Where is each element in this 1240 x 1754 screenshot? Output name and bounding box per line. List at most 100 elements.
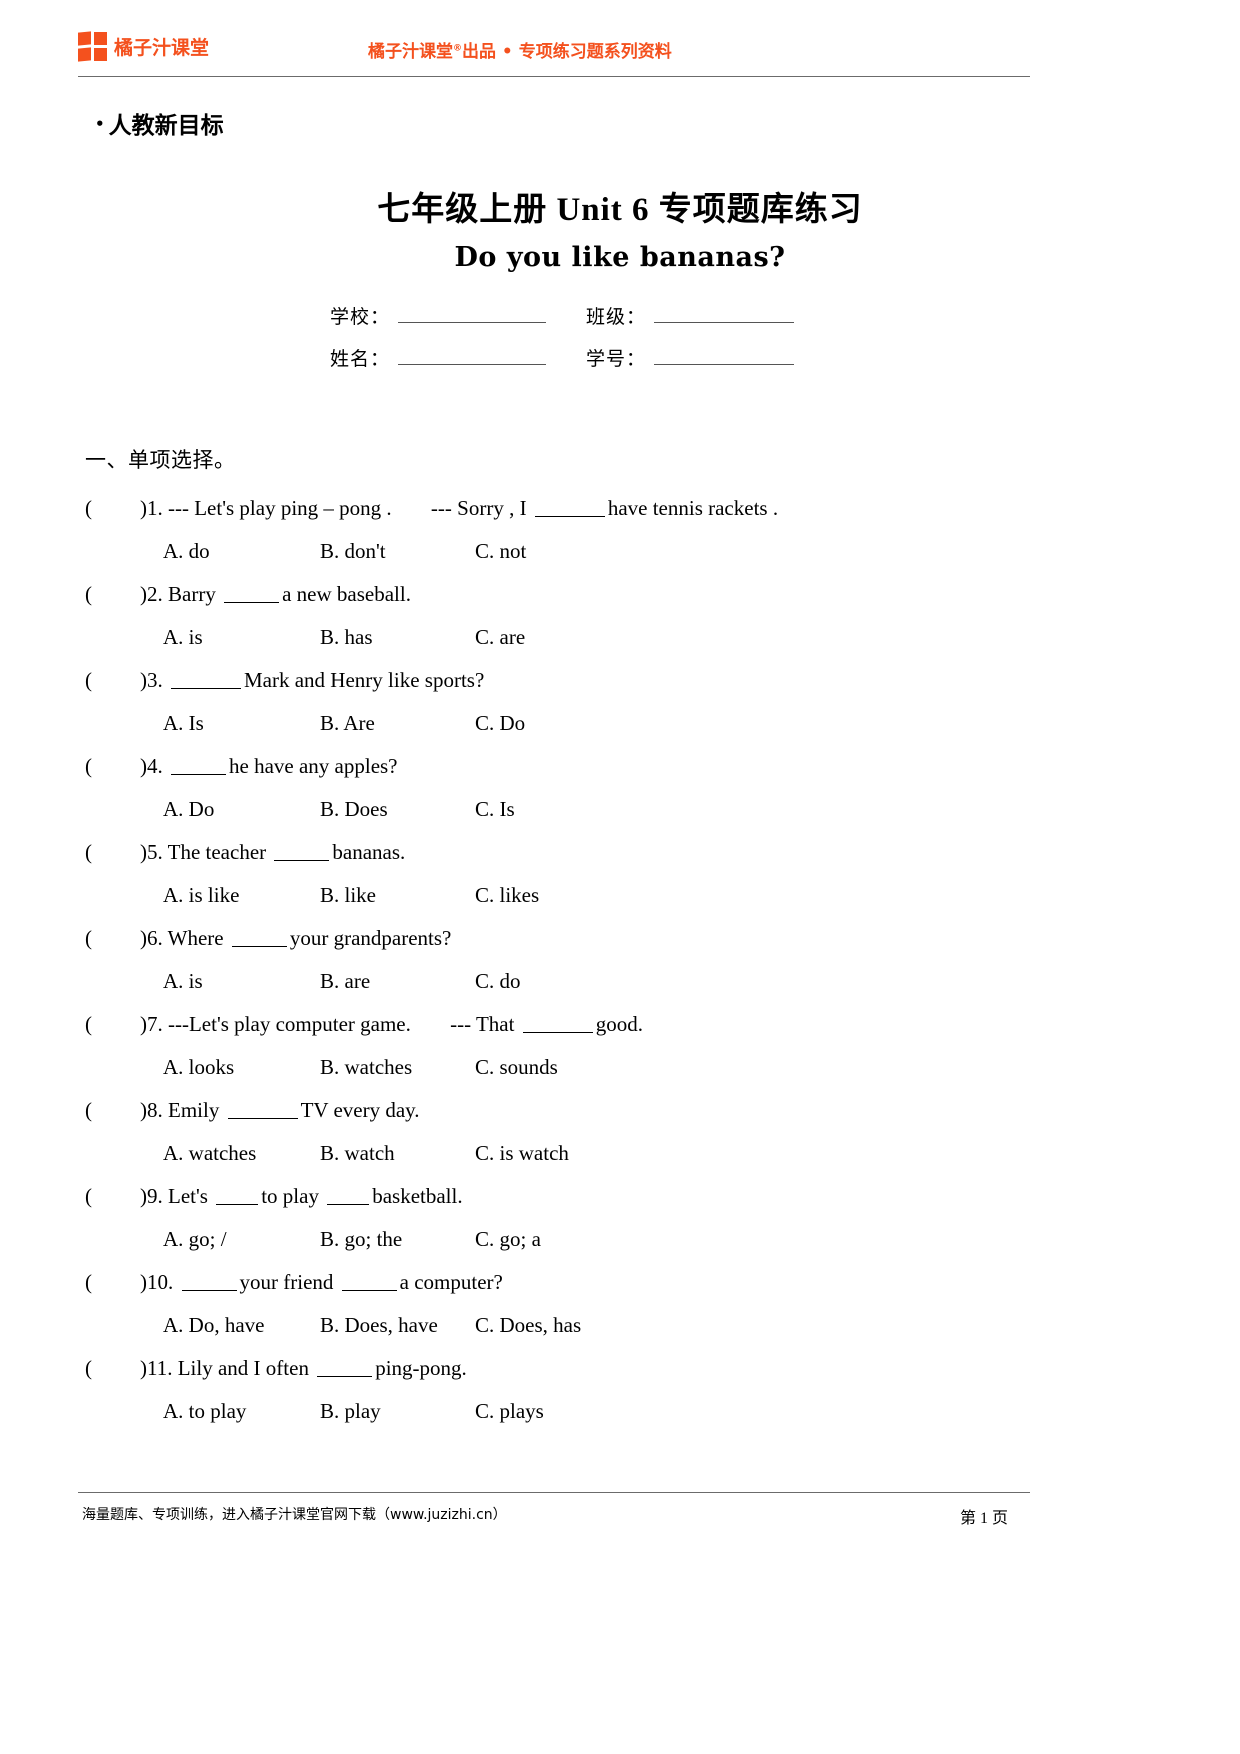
page-subtitle: Do you like bananas? (454, 242, 786, 273)
question-text: Barry (168, 582, 222, 606)
option-choice[interactable]: A. is (163, 616, 320, 658)
answer-box[interactable]: () (85, 1356, 147, 1380)
student-id-input-line[interactable] (654, 347, 795, 365)
brand-name: 橘子汁课堂 (114, 37, 210, 59)
option-choice[interactable]: C. do (475, 960, 521, 1002)
question-number: 6. (147, 926, 168, 950)
answer-blank[interactable] (216, 1189, 259, 1205)
question-stem: ()7. ---Let's play computer game. --- Th… (85, 1002, 1085, 1046)
student-info-block: 学校： 班级： 姓名： 学号： (330, 302, 930, 386)
answer-box[interactable]: () (85, 926, 147, 950)
name-input-line[interactable] (398, 347, 547, 365)
question-item: ()2. Barry a new baseball. A. is B. has C.… (85, 572, 1085, 658)
answer-blank[interactable] (231, 931, 287, 947)
page-title: 七年级上册 Unit 6 专项题库练习 (377, 192, 863, 228)
answer-box[interactable]: () (85, 840, 147, 864)
question-text: Let's (168, 1184, 214, 1208)
question-item: ()5. The teacher bananas. A. is like B. l… (85, 830, 1085, 916)
question-text: bananas. (332, 840, 406, 864)
option-choice[interactable]: B. Are (320, 702, 475, 744)
registered-mark: ® (453, 43, 462, 54)
question-item: ()4. he have any apples? A. Do B. Does C. … (85, 744, 1085, 830)
option-choice[interactable]: C. Does, has (475, 1304, 581, 1346)
option-choice[interactable]: B. go; the (320, 1218, 475, 1260)
school-input-line[interactable] (398, 305, 547, 323)
footer-divider (78, 1492, 1030, 1493)
option-choice[interactable]: A. looks (163, 1046, 320, 1088)
series-label: • 人教新目标 (95, 106, 224, 140)
question-number: 10. (147, 1270, 179, 1294)
answer-box[interactable]: () (85, 496, 147, 520)
answer-box[interactable]: () (85, 582, 147, 606)
option-choice[interactable]: C. plays (475, 1390, 544, 1432)
option-choice[interactable]: A. Is (163, 702, 320, 744)
question-options: A. do B. don't C. not (85, 530, 1085, 572)
option-choice[interactable]: C. not (475, 530, 526, 572)
option-choice[interactable]: B. watch (320, 1132, 475, 1174)
option-choice[interactable]: C. are (475, 616, 525, 658)
option-choice[interactable]: C. likes (475, 874, 539, 916)
question-item: ()8. Emily TV every day. A. watches B. wa… (85, 1088, 1085, 1174)
question-options: A. is like B. like C. likes (85, 874, 1085, 916)
option-choice[interactable]: A. do (163, 530, 320, 572)
school-label: 学校： (330, 307, 391, 328)
answer-blank[interactable] (341, 1275, 397, 1291)
answer-blank[interactable] (274, 845, 330, 861)
answer-blank[interactable] (171, 759, 226, 775)
answer-box[interactable]: () (85, 1184, 147, 1208)
answer-blank[interactable] (534, 501, 605, 517)
option-choice[interactable]: B. watches (320, 1046, 475, 1088)
question-text: to play (261, 1184, 325, 1208)
option-choice[interactable]: B. Does (320, 788, 475, 830)
question-number: 5. (147, 840, 168, 864)
option-choice[interactable]: C. go; a (475, 1218, 541, 1260)
option-choice[interactable]: A. watches (163, 1132, 320, 1174)
question-item: ()10. your friend a computer? A. Do, hav… (85, 1260, 1085, 1346)
option-choice[interactable]: B. Does, have (320, 1304, 475, 1346)
option-choice[interactable]: A. is (163, 960, 320, 1002)
option-choice[interactable]: C. is watch (475, 1132, 569, 1174)
option-choice[interactable]: C. Is (475, 788, 515, 830)
question-item: ()11. Lily and I often ping-pong. A. to … (85, 1346, 1085, 1432)
option-choice[interactable]: A. is like (163, 874, 320, 916)
answer-box[interactable]: () (85, 1012, 147, 1036)
answer-blank[interactable] (522, 1017, 593, 1033)
answer-blank[interactable] (181, 1275, 237, 1291)
answer-blank[interactable] (227, 1103, 298, 1119)
header-center-before: 橘子汁课堂 (368, 42, 453, 62)
option-choice[interactable]: A. go; / (163, 1218, 320, 1260)
answer-box[interactable]: () (85, 668, 147, 692)
option-choice[interactable]: B. has (320, 616, 475, 658)
option-choice[interactable]: B. like (320, 874, 475, 916)
answer-box[interactable]: () (85, 1098, 147, 1122)
answer-box[interactable]: () (85, 754, 147, 778)
answer-blank[interactable] (317, 1361, 373, 1377)
question-text: TV every day. (300, 1098, 420, 1122)
option-choice[interactable]: A. Do (163, 788, 320, 830)
school-field: 学校： (330, 302, 547, 329)
answer-blank[interactable] (171, 673, 241, 689)
option-choice[interactable]: A. Do, have (163, 1304, 320, 1346)
option-choice[interactable]: A. to play (163, 1390, 320, 1432)
questions-list: ()1. --- Let's play ping – pong . --- So… (85, 486, 1085, 1432)
question-stem: ()10. your friend a computer? (85, 1260, 1085, 1304)
brand: 橘子汁课堂 (78, 31, 210, 62)
question-number: 2. (147, 582, 168, 606)
question-text: Where (167, 926, 229, 950)
option-choice[interactable]: C. sounds (475, 1046, 558, 1088)
question-options: A. is B. has C. are (85, 616, 1085, 658)
question-number: 3. (147, 668, 168, 692)
answer-blank[interactable] (327, 1189, 370, 1205)
page-header: 橘子汁课堂 橘子汁课堂®出品 • 专项练习题系列资料 (78, 30, 1030, 78)
option-choice[interactable]: B. play (320, 1390, 475, 1432)
answer-box[interactable]: () (85, 1270, 147, 1294)
class-label: 班级： (586, 307, 647, 328)
class-input-line[interactable] (654, 305, 795, 323)
question-options: A. looks B. watches C. sounds (85, 1046, 1085, 1088)
option-choice[interactable]: C. Do (475, 702, 525, 744)
option-choice[interactable]: B. don't (320, 530, 475, 572)
question-stem: ()4. he have any apples? (85, 744, 1085, 788)
question-text: your grandparents? (289, 926, 452, 950)
option-choice[interactable]: B. are (320, 960, 475, 1002)
answer-blank[interactable] (224, 587, 280, 603)
